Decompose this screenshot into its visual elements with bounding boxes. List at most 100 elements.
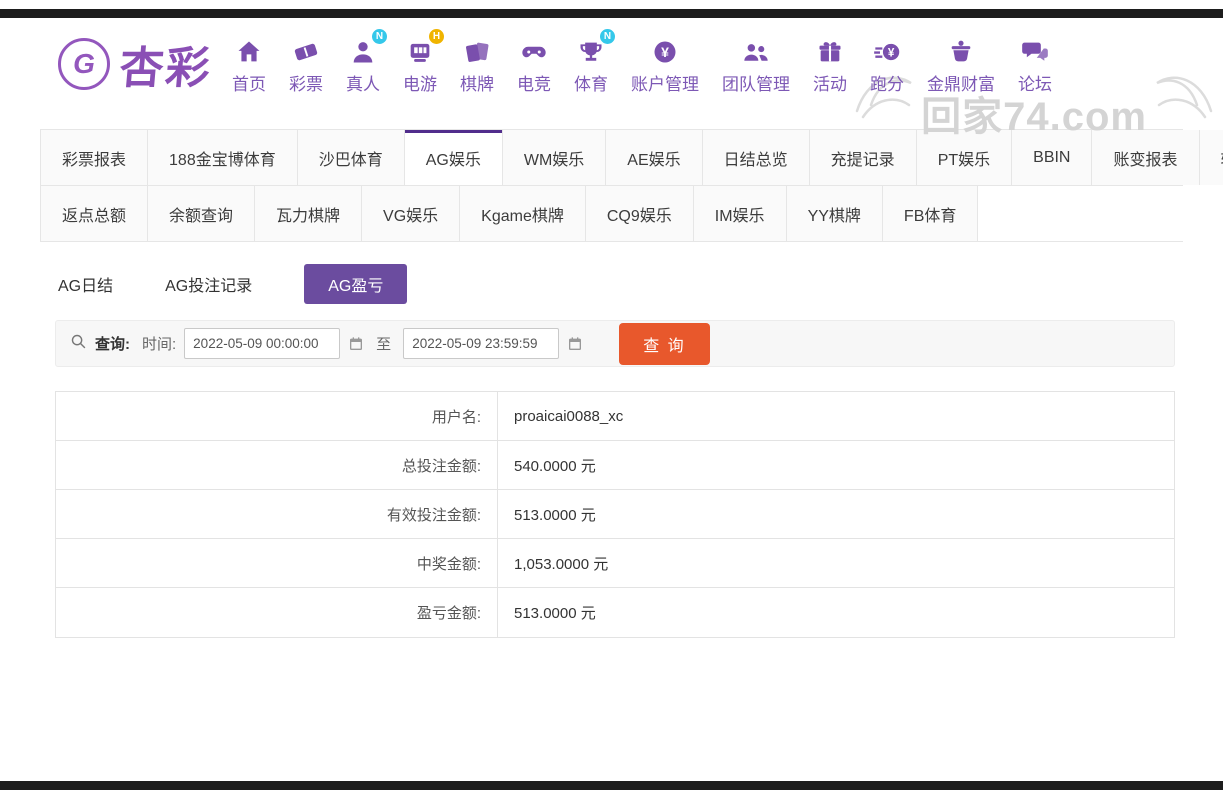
tab-shaba-sport[interactable]: 沙巴体育 — [298, 130, 405, 185]
table-row: 总投注金额: 540.0000 元 — [56, 441, 1174, 490]
money-pot-icon — [947, 34, 975, 66]
gift-icon — [816, 34, 844, 66]
report-tabs: 彩票报表 188金宝博体育 沙巴体育 AG娱乐 WM娱乐 AE娱乐 日结总览 充… — [40, 129, 1183, 242]
total-bet-value: 540.0000 元 — [498, 441, 1174, 489]
profit-loss-value: 513.0000 元 — [498, 588, 1174, 637]
row-label: 中奖金额: — [56, 539, 498, 587]
nav-item-sports[interactable]: N 体育 — [574, 34, 608, 95]
nav-label: 金鼎财富 — [927, 70, 995, 95]
nav-item-team-mgmt[interactable]: 团队管理 — [722, 34, 790, 95]
nav-label: 论坛 — [1018, 70, 1052, 95]
tab-188-sport[interactable]: 188金宝博体育 — [148, 130, 298, 185]
row-label: 用户名: — [56, 392, 498, 440]
new-badge: N — [372, 29, 387, 44]
table-row: 盈亏金额: 513.0000 元 — [56, 588, 1174, 637]
bottom-dark-bar — [0, 781, 1223, 790]
nav-label: 团队管理 — [722, 70, 790, 95]
speed-coin-icon: ¥ — [873, 34, 901, 66]
svg-text:¥: ¥ — [661, 43, 669, 59]
table-row: 有效投注金额: 513.0000 元 — [56, 490, 1174, 539]
nav-label: 账户管理 — [631, 70, 699, 95]
tab-rebate-total[interactable]: 返点总额 — [40, 186, 148, 241]
nav-label: 首页 — [232, 70, 266, 95]
row-label: 总投注金额: — [56, 441, 498, 489]
time-label: 时间: — [142, 333, 176, 354]
cards-icon — [463, 34, 491, 66]
to-label: 至 — [376, 333, 391, 354]
nav-label: 体育 — [574, 70, 608, 95]
brand-logo-text: 杏彩 — [117, 32, 215, 96]
nav-item-promotions[interactable]: 活动 — [813, 34, 847, 95]
tab-ae-entertainment[interactable]: AE娱乐 — [606, 130, 702, 185]
tab-bbin[interactable]: BBIN — [1012, 130, 1092, 185]
nav-item-home[interactable]: 首页 — [232, 34, 266, 95]
start-time-input[interactable] — [184, 328, 340, 359]
table-row: 中奖金额: 1,053.0000 元 — [56, 539, 1174, 588]
report-tabs-row1: 彩票报表 188金宝博体育 沙巴体育 AG娱乐 WM娱乐 AE娱乐 日结总览 充… — [40, 130, 1183, 186]
profit-loss-table: 用户名: proaicai0088_xc 总投注金额: 540.0000 元 有… — [55, 391, 1175, 638]
row-label: 有效投注金额: — [56, 490, 498, 538]
tab-kgame-chess[interactable]: Kgame棋牌 — [460, 186, 586, 241]
ag-sub-tabs: AG日结 AG投注记录 AG盈亏 — [58, 264, 1183, 304]
tab-account-change-report[interactable]: 账变报表 — [1092, 130, 1199, 185]
hot-badge: H — [429, 29, 444, 44]
nav-item-live[interactable]: N 真人 — [346, 34, 380, 95]
header: G 杏彩 首页 彩票 N 真人 H 电 — [0, 9, 1223, 119]
nav-label: 电竞 — [517, 70, 551, 95]
nav-item-forum[interactable]: 论坛 — [1018, 34, 1052, 95]
tab-balance-query[interactable]: 余额查询 — [148, 186, 255, 241]
nav-item-paofen[interactable]: ¥ 跑分 — [870, 34, 904, 95]
nav-item-esports[interactable]: 电竞 — [517, 34, 551, 95]
subtab-ag-daily[interactable]: AG日结 — [58, 264, 113, 304]
brand-logo[interactable]: G 杏彩 — [58, 32, 212, 96]
tab-transfer-report[interactable]: 转账报表 — [1200, 130, 1223, 185]
gamepad-icon — [520, 34, 548, 66]
nav-item-chess[interactable]: 棋牌 — [460, 34, 494, 95]
calendar-icon[interactable] — [567, 336, 583, 352]
tab-pt-entertainment[interactable]: PT娱乐 — [917, 130, 1012, 185]
lottery-ticket-icon — [292, 34, 320, 66]
nav-label: 彩票 — [289, 70, 323, 95]
trophy-icon: N — [577, 34, 605, 66]
brand-logo-mark: G — [58, 38, 110, 90]
nav-label: 电游 — [403, 70, 437, 95]
tab-yy-chess[interactable]: YY棋牌 — [787, 186, 883, 241]
nav-item-egames[interactable]: H 电游 — [403, 34, 437, 95]
top-dark-bar — [0, 9, 1223, 18]
search-icon — [70, 333, 87, 355]
tab-vg-entertainment[interactable]: VG娱乐 — [362, 186, 460, 241]
subtab-ag-bet-records[interactable]: AG投注记录 — [165, 264, 252, 304]
home-icon — [235, 34, 263, 66]
nav-label: 活动 — [813, 70, 847, 95]
nav-item-lottery[interactable]: 彩票 — [289, 34, 323, 95]
search-bar: 查询: 时间: 至 查 询 — [55, 320, 1175, 367]
coin-yuan-icon: ¥ — [651, 34, 679, 66]
svg-text:¥: ¥ — [888, 46, 895, 59]
query-label: 查询: — [95, 333, 130, 354]
report-tabs-row2: 返点总额 余额查询 瓦力棋牌 VG娱乐 Kgame棋牌 CQ9娱乐 IM娱乐 Y… — [40, 186, 1183, 242]
calendar-icon[interactable] — [348, 336, 364, 352]
new-badge: N — [600, 29, 615, 44]
nav-label: 真人 — [346, 70, 380, 95]
nav-item-jinding-wealth[interactable]: 金鼎财富 — [927, 34, 995, 95]
row-label: 盈亏金额: — [56, 588, 498, 637]
query-button[interactable]: 查 询 — [619, 323, 709, 365]
tab-deposit-withdraw-records[interactable]: 充提记录 — [810, 130, 917, 185]
tab-daily-summary[interactable]: 日结总览 — [703, 130, 810, 185]
tab-wm-entertainment[interactable]: WM娱乐 — [503, 130, 606, 185]
slot-machine-icon: H — [406, 34, 434, 66]
nav-label: 棋牌 — [460, 70, 494, 95]
nav-item-account-mgmt[interactable]: ¥ 账户管理 — [631, 34, 699, 95]
subtab-ag-profit-loss[interactable]: AG盈亏 — [304, 264, 407, 304]
tab-fb-sport[interactable]: FB体育 — [883, 186, 978, 241]
tab-lottery-report[interactable]: 彩票报表 — [40, 130, 148, 185]
team-icon — [742, 34, 770, 66]
tab-cq9-entertainment[interactable]: CQ9娱乐 — [586, 186, 694, 241]
tab-ag-entertainment[interactable]: AG娱乐 — [405, 130, 503, 185]
end-time-input[interactable] — [403, 328, 559, 359]
tab-im-entertainment[interactable]: IM娱乐 — [694, 186, 787, 241]
tab-wali-chess[interactable]: 瓦力棋牌 — [255, 186, 362, 241]
win-amount-value: 1,053.0000 元 — [498, 539, 1174, 587]
valid-bet-value: 513.0000 元 — [498, 490, 1174, 538]
forum-icon — [1021, 34, 1049, 66]
